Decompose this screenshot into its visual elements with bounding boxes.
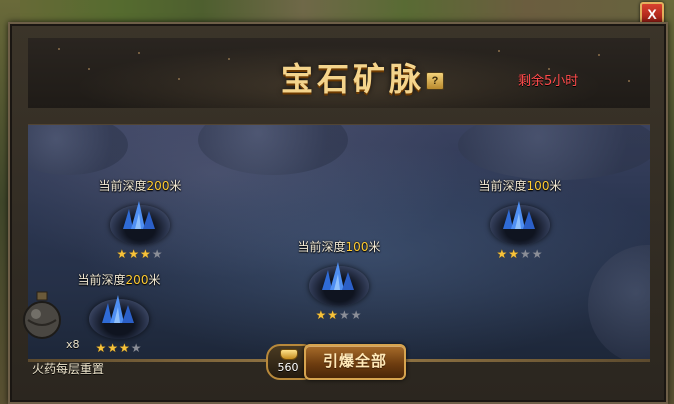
mine-slot-3[interactable]: 当前深度100米 ★★★★	[465, 177, 575, 287]
bomb-icon[interactable]	[20, 290, 64, 340]
time-remaining-label: 剩余5小时	[518, 74, 579, 89]
gunpowder-description: 火药每层重置	[32, 362, 105, 376]
blue-crystal-icon	[123, 201, 155, 229]
mine-depth-label: 当前深度100米	[478, 179, 562, 193]
blue-crystal-icon	[102, 295, 134, 323]
star-icon: ★★	[339, 308, 363, 322]
mine-slot-4[interactable]: 当前深度200米 ★★★★	[64, 271, 174, 360]
mine-rating: ★★★★	[490, 247, 550, 261]
star-icon: ★★★	[116, 247, 152, 261]
detonate-all-button[interactable]: 引爆全部	[304, 344, 406, 380]
star-icon: ★	[130, 341, 143, 355]
gunpowder-count: x8	[66, 338, 80, 351]
star-icon: ★★	[315, 308, 339, 322]
star-icon: ★★	[520, 247, 544, 261]
mine-slot-2[interactable]: 当前深度100米 ★★★★	[284, 238, 394, 348]
close-icon: X	[647, 6, 657, 22]
mine-depth-label: 当前深度100米	[297, 240, 381, 254]
star-icon: ★★	[496, 247, 520, 261]
mine-rating: ★★★★	[89, 341, 149, 355]
blue-crystal-icon	[503, 201, 535, 229]
blue-crystal-icon	[322, 262, 354, 290]
star-icon: ★★★	[95, 341, 131, 355]
window-title: 宝石矿脉	[280, 60, 425, 98]
help-button[interactable]: ?	[426, 72, 444, 90]
mine-depth-label: 当前深度200米	[77, 273, 161, 287]
help-icon: ?	[431, 75, 439, 87]
gold-ingot-icon	[280, 349, 298, 360]
mine-rating: ★★★★	[309, 308, 369, 322]
mine-depth-label: 当前深度200米	[98, 179, 182, 193]
cost-value: 560	[277, 361, 299, 374]
star-icon: ★	[151, 247, 164, 261]
mine-scene: 当前深度200米 ★★★★ 当前深度100米 ★★★★ 当前深度100米 ★★★…	[28, 124, 650, 360]
detonate-all-control: 560 引爆全部	[266, 344, 406, 380]
mine-rating: ★★★★	[110, 247, 170, 261]
